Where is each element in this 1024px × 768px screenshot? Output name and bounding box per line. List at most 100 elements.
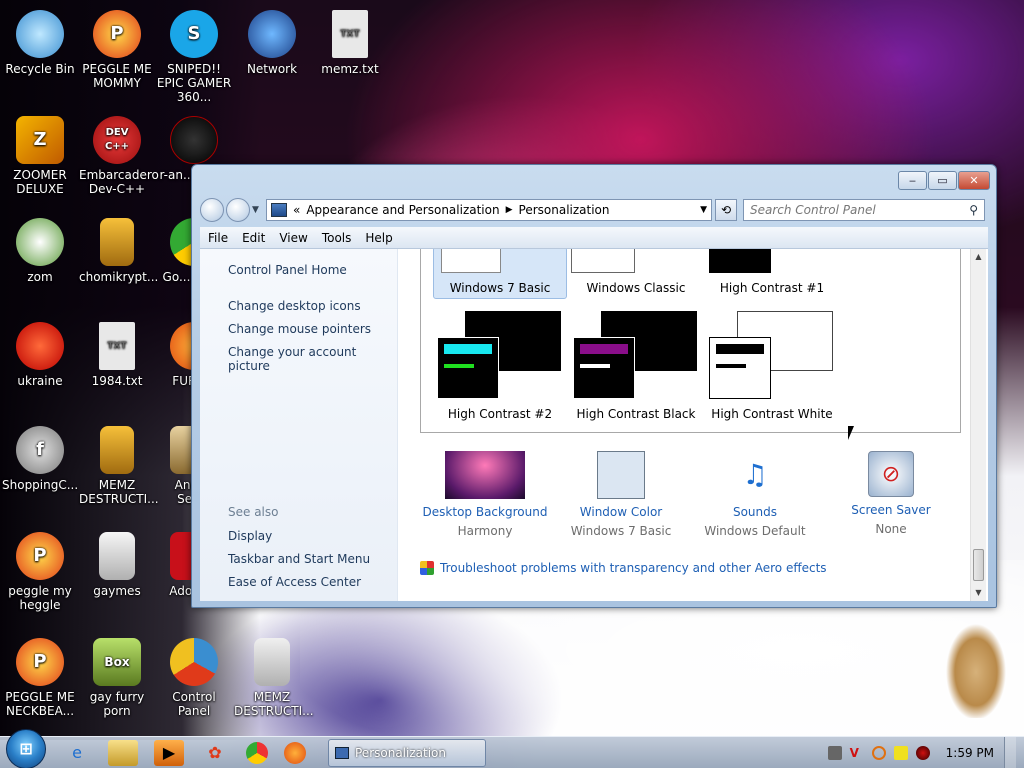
desktop-icon-label: ZOOMER DELUXE xyxy=(13,168,67,196)
hamster-image xyxy=(944,614,1008,718)
desktop-background-item[interactable]: Desktop Background Harmony xyxy=(420,451,550,538)
sounds-link[interactable]: Sounds xyxy=(690,505,820,519)
desktop-icon-control-panel[interactable]: Control Panel xyxy=(156,638,232,718)
desktop-icon-zoomer[interactable]: Z ZOOMER DELUXE xyxy=(2,116,78,196)
taskbar: ⊞ e ▶ ✿ Personalization V 1:59 PM xyxy=(0,728,1024,768)
address-dropdown-icon[interactable]: ▼ xyxy=(700,205,707,215)
menu-tools[interactable]: Tools xyxy=(322,231,352,245)
breadcrumb-overflow[interactable]: « xyxy=(293,203,300,217)
theme-high-contrast-1[interactable]: High Contrast #1 xyxy=(705,249,839,295)
explorer-folder-icon[interactable] xyxy=(108,739,138,766)
control-panel-icon xyxy=(271,203,287,217)
desktop-icon-gay-furry[interactable]: Box gay furry porn xyxy=(79,638,155,718)
taskbar-start-menu-link[interactable]: Taskbar and Start Menu xyxy=(228,552,397,566)
scroll-down-icon[interactable]: ▼ xyxy=(971,585,986,601)
search-tray-icon[interactable] xyxy=(871,745,886,760)
chrome-taskbar-icon[interactable] xyxy=(246,741,268,764)
record-tray-icon[interactable] xyxy=(915,745,930,760)
desktop-icon-label: gaymes xyxy=(93,584,141,598)
theme-thumbnail xyxy=(433,311,567,401)
close-button[interactable]: ✕ xyxy=(958,171,990,190)
taskbar-task-label: Personalization xyxy=(355,745,446,760)
desktop-icon-shopping[interactable]: f ShoppingC... xyxy=(2,426,78,492)
breadcrumb-separator-icon[interactable]: ▶ xyxy=(506,205,513,215)
minimize-button[interactable]: ‒ xyxy=(898,171,927,190)
search-icon[interactable]: ⚲ xyxy=(969,203,978,217)
desktop-icon-peggle-neckbeard[interactable]: P PEGGLE ME NECKBEA... xyxy=(2,638,78,718)
sounds-item[interactable]: ♫ Sounds Windows Default xyxy=(690,451,820,538)
desktop-icon-sniped[interactable]: S SNIPED!! EPIC GAMER 360... xyxy=(156,10,232,104)
text-file-icon: TXT xyxy=(332,10,368,58)
desktop-icon-devcpp[interactable]: DEV C++ Embarcadero Dev-C++ xyxy=(79,116,159,196)
theme-high-contrast-2[interactable]: High Contrast #2 xyxy=(433,311,567,421)
file-icon xyxy=(100,426,134,474)
media-player-icon[interactable]: ▶ xyxy=(154,739,184,766)
display-link[interactable]: Display xyxy=(228,529,397,543)
change-mouse-pointers-link[interactable]: Change mouse pointers xyxy=(228,322,397,336)
search-box[interactable]: Search Control Panel ⚲ xyxy=(743,199,985,221)
menu-help[interactable]: Help xyxy=(365,231,392,245)
app-pinned-icon[interactable]: ✿ xyxy=(200,740,230,766)
desktop-icon-label: memz.txt xyxy=(321,62,379,76)
txt-badge: TXT xyxy=(340,29,360,39)
desktop-icon-memz-2[interactable]: MEMZ DESTRUCTI... xyxy=(234,638,314,718)
text-file-icon: TXT xyxy=(99,322,135,370)
menu-file[interactable]: File xyxy=(208,231,228,245)
breadcrumb-personalization[interactable]: Personalization xyxy=(519,203,610,217)
internet-explorer-icon[interactable]: e xyxy=(62,740,92,766)
theme-windows-7-basic[interactable]: Windows 7 Basic xyxy=(433,249,567,295)
theme-windows-classic[interactable]: Windows Classic xyxy=(569,249,703,295)
start-button[interactable]: ⊞ xyxy=(6,728,46,768)
theme-high-contrast-black[interactable]: High Contrast Black xyxy=(569,311,703,421)
recent-pages-dropdown[interactable]: ▼ xyxy=(252,205,262,215)
maximize-button[interactable]: ▭ xyxy=(928,171,957,190)
ease-of-access-link[interactable]: Ease of Access Center xyxy=(228,575,397,589)
search-input[interactable]: Search Control Panel xyxy=(750,203,876,217)
theme-thumbnail xyxy=(705,311,839,401)
screen-saver-link[interactable]: Screen Saver xyxy=(826,503,956,517)
desktop-icon-ukraine[interactable]: ukraine xyxy=(2,322,78,388)
taskbar-personalization[interactable]: Personalization xyxy=(328,738,486,767)
desktop-icon-memz-txt[interactable]: TXT memz.txt xyxy=(312,10,388,76)
desktop-icon-gaymes[interactable]: gaymes xyxy=(79,532,155,598)
personalization-window[interactable]: ‒ ▭ ✕ ▼ « Appearance and Personalization… xyxy=(191,164,997,608)
theme-thumbnail xyxy=(571,249,635,273)
change-desktop-icons-link[interactable]: Change desktop icons xyxy=(228,299,397,313)
forward-button[interactable] xyxy=(226,198,250,222)
address-bar[interactable]: « Appearance and Personalization ▶ Perso… xyxy=(266,199,712,221)
menu-view[interactable]: View xyxy=(279,231,307,245)
show-desktop-button[interactable] xyxy=(1004,736,1016,768)
vertical-scrollbar[interactable]: ▲ ▼ xyxy=(970,249,986,601)
window-color-item[interactable]: Window Color Windows 7 Basic xyxy=(556,451,686,538)
firefox-taskbar-icon[interactable] xyxy=(284,741,306,764)
desktop-icon-memz-1[interactable]: MEMZ DESTRUCTI... xyxy=(79,426,159,506)
antivirus-tray-icon[interactable]: V xyxy=(850,746,864,760)
peggle-icon: P xyxy=(16,638,64,686)
screen-saver-item[interactable]: ⊘ Screen Saver None xyxy=(826,451,956,536)
desktop-icon-peggle-my-heggle[interactable]: P peggle my heggle xyxy=(2,532,78,612)
back-button[interactable] xyxy=(200,198,224,222)
desktop-icon-peggle-me-mommy[interactable]: P PEGGLE ME MOMMY xyxy=(79,10,155,90)
scroll-thumb[interactable] xyxy=(973,549,984,581)
window-color-link[interactable]: Window Color xyxy=(556,505,686,519)
refresh-button[interactable]: ⟲ xyxy=(715,199,737,221)
desktop-icon-network[interactable]: Network xyxy=(234,10,310,76)
notification-tray-icon[interactable] xyxy=(893,745,908,760)
desktop-icon-1984-txt[interactable]: TXT 1984.txt xyxy=(79,322,155,388)
desktop-icon-recycle-bin[interactable]: Recycle Bin xyxy=(2,10,78,76)
desktop-icon-zom[interactable]: zom xyxy=(2,218,78,284)
tray-app-icon[interactable] xyxy=(827,745,842,760)
recycle-bin-icon xyxy=(16,10,64,58)
desktop-background-link[interactable]: Desktop Background xyxy=(420,505,550,519)
devcpp-badge: DEV C++ xyxy=(104,127,130,152)
desktop-icon-chomikrypt[interactable]: chomikrypt... xyxy=(79,218,158,284)
control-panel-home-link[interactable]: Control Panel Home xyxy=(228,263,397,277)
change-account-picture-link[interactable]: Change your account picture xyxy=(228,345,397,373)
system-tray: V 1:59 PM xyxy=(820,736,1024,768)
menu-edit[interactable]: Edit xyxy=(242,231,265,245)
taskbar-clock[interactable]: 1:59 PM xyxy=(946,746,994,760)
scroll-up-icon[interactable]: ▲ xyxy=(971,249,986,265)
breadcrumb-appearance[interactable]: Appearance and Personalization xyxy=(306,203,499,217)
troubleshoot-aero-link[interactable]: Troubleshoot problems with transparency … xyxy=(420,561,827,575)
theme-high-contrast-white[interactable]: High Contrast White xyxy=(705,311,839,421)
